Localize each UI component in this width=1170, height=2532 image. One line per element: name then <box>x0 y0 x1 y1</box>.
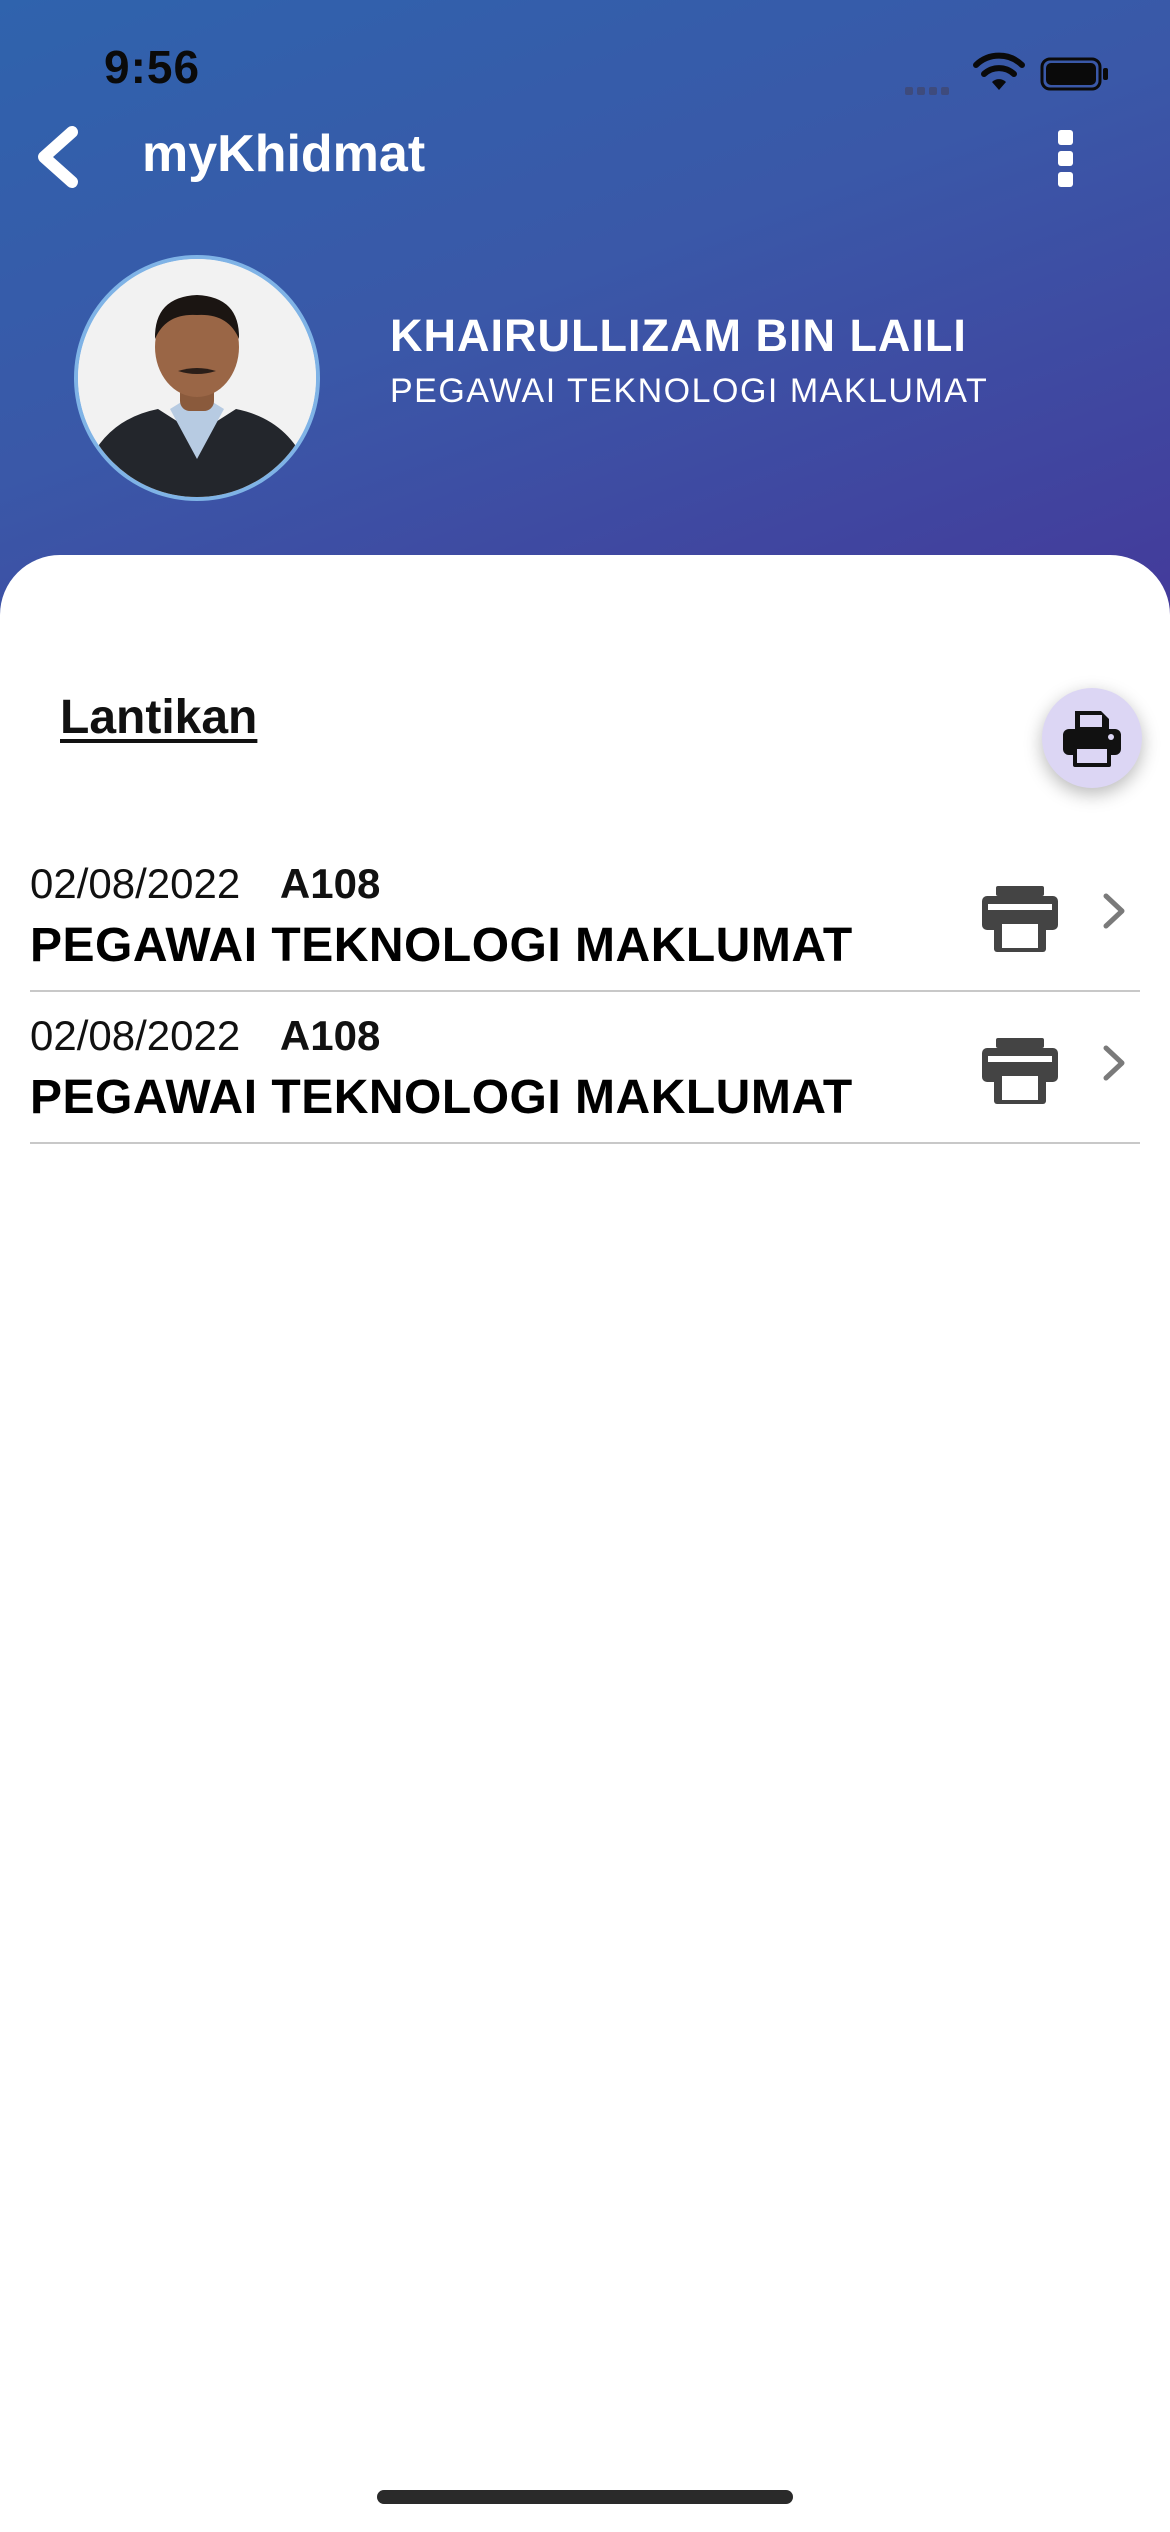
chevron-left-icon <box>38 126 78 188</box>
printer-icon[interactable] <box>982 886 1058 952</box>
home-indicator[interactable] <box>377 2490 793 2504</box>
appointment-code: A108 <box>279 860 381 907</box>
profile-position: PEGAWAI TEKNOLOGI MAKLUMAT <box>390 372 989 410</box>
avatar <box>74 255 320 501</box>
back-button[interactable] <box>30 122 90 192</box>
cellular-signal-icon <box>905 82 953 100</box>
battery-icon <box>1040 57 1108 91</box>
appointment-list: 02/08/2022 A108 PEGAWAI TEKNOLOGI MAKLUM… <box>30 840 1140 1144</box>
status-bar: 9:56 <box>0 0 1170 140</box>
wifi-icon <box>973 52 1025 90</box>
appointment-title: PEGAWAI TEKNOLOGI MAKLUMAT <box>30 919 853 972</box>
more-vertical-icon <box>1057 130 1073 145</box>
appointment-date: 02/08/2022 <box>30 1012 241 1059</box>
appointment-title: PEGAWAI TEKNOLOGI MAKLUMAT <box>30 1071 853 1124</box>
list-item[interactable]: 02/08/2022 A108 PEGAWAI TEKNOLOGI MAKLUM… <box>30 840 1140 992</box>
chevron-right-icon[interactable] <box>1100 1042 1128 1084</box>
appointment-date: 02/08/2022 <box>30 860 241 907</box>
chevron-right-icon[interactable] <box>1100 890 1128 932</box>
profile-name: KHAIRULLIZAM BIN LAILI <box>390 310 967 361</box>
print-all-button[interactable] <box>1042 688 1142 788</box>
printer-icon[interactable] <box>982 1038 1058 1104</box>
appointment-code: A108 <box>279 1012 381 1059</box>
profile-header: 9:56 myKhidmat KHAIRULLIZAM BIN LAILI PE… <box>0 0 1170 640</box>
section-title-lantikan[interactable]: Lantikan <box>60 690 257 745</box>
app-title: myKhidmat <box>142 125 426 183</box>
status-time: 9:56 <box>104 41 201 93</box>
list-item[interactable]: 02/08/2022 A108 PEGAWAI TEKNOLOGI MAKLUM… <box>30 992 1140 1144</box>
printer-icon <box>1063 711 1121 767</box>
more-options-button[interactable] <box>1042 130 1088 192</box>
